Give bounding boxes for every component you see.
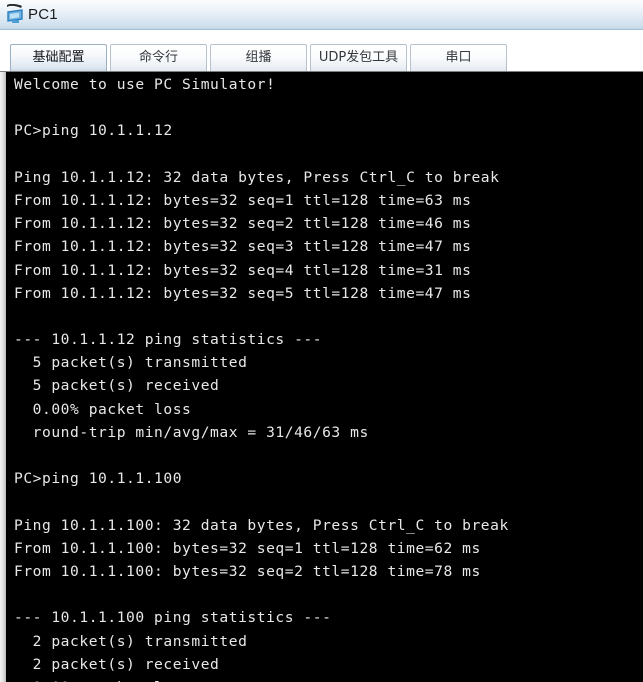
tab-bar: 基础配置 命令行 组播 UDP发包工具 串口 bbox=[0, 30, 643, 71]
terminal-line: Ping 10.1.1.100: 32 data bytes, Press Ct… bbox=[14, 516, 509, 534]
terminal-panel[interactable]: Welcome to use PC Simulator! PC>ping 10.… bbox=[0, 71, 643, 682]
window-title: PC1 bbox=[28, 5, 58, 23]
terminal-line: From 10.1.1.100: bytes=32 seq=2 ttl=128 … bbox=[14, 562, 481, 580]
terminal-line: From 10.1.1.12: bytes=32 seq=2 ttl=128 t… bbox=[14, 215, 472, 233]
pc-device-icon bbox=[5, 3, 25, 26]
terminal-line: --- 10.1.1.100 ping statistics --- bbox=[14, 609, 332, 627]
tab-basic-config[interactable]: 基础配置 bbox=[10, 44, 107, 71]
tab-multicast[interactable]: 组播 bbox=[210, 44, 307, 71]
terminal-line: PC>ping 10.1.1.12 bbox=[14, 122, 173, 140]
terminal-line: 5 packet(s) received bbox=[14, 377, 220, 395]
terminal-line: Ping 10.1.1.12: 32 data bytes, Press Ctr… bbox=[14, 168, 500, 186]
terminal-line: 2 packet(s) transmitted bbox=[14, 632, 248, 650]
terminal-line: From 10.1.1.12: bytes=32 seq=1 ttl=128 t… bbox=[14, 191, 472, 209]
terminal-line: 0.00% packet loss bbox=[14, 676, 643, 682]
terminal-line: --- 10.1.1.12 ping statistics --- bbox=[14, 331, 323, 349]
terminal-line: From 10.1.1.100: bytes=32 seq=1 ttl=128 … bbox=[14, 539, 481, 557]
terminal-line: 2 packet(s) received bbox=[14, 655, 220, 673]
terminal-line: 0.00% packet loss bbox=[14, 400, 192, 418]
window-titlebar: PC1 bbox=[0, 0, 643, 30]
tab-basic-config-label: 基础配置 bbox=[32, 50, 85, 65]
tab-serial-port-label: 串口 bbox=[445, 50, 472, 65]
terminal-line: 5 packet(s) transmitted bbox=[14, 354, 248, 372]
tab-command-line-label: 命令行 bbox=[138, 50, 178, 65]
terminal-line: round-trip min/avg/max = 31/46/63 ms bbox=[14, 423, 369, 441]
terminal-line: PC>ping 10.1.1.100 bbox=[14, 470, 183, 488]
tab-command-line[interactable]: 命令行 bbox=[110, 44, 207, 71]
tab-multicast-label: 组播 bbox=[245, 50, 272, 65]
tab-udp-tool-label: UDP发包工具 bbox=[318, 50, 399, 65]
terminal-line: From 10.1.1.12: bytes=32 seq=5 ttl=128 t… bbox=[14, 284, 472, 302]
pc1-simulator-window: PC1 基础配置 命令行 组播 UDP发包工具 串口 Welcome to us… bbox=[0, 0, 643, 682]
terminal-line: Welcome to use PC Simulator! bbox=[14, 76, 276, 93]
tab-udp-tool[interactable]: UDP发包工具 bbox=[310, 44, 407, 71]
terminal-line: From 10.1.1.12: bytes=32 seq=3 ttl=128 t… bbox=[14, 238, 472, 256]
terminal-output[interactable]: Welcome to use PC Simulator! PC>ping 10.… bbox=[6, 72, 643, 682]
terminal-line: From 10.1.1.12: bytes=32 seq=4 ttl=128 t… bbox=[14, 261, 472, 279]
tab-serial-port[interactable]: 串口 bbox=[410, 44, 507, 71]
